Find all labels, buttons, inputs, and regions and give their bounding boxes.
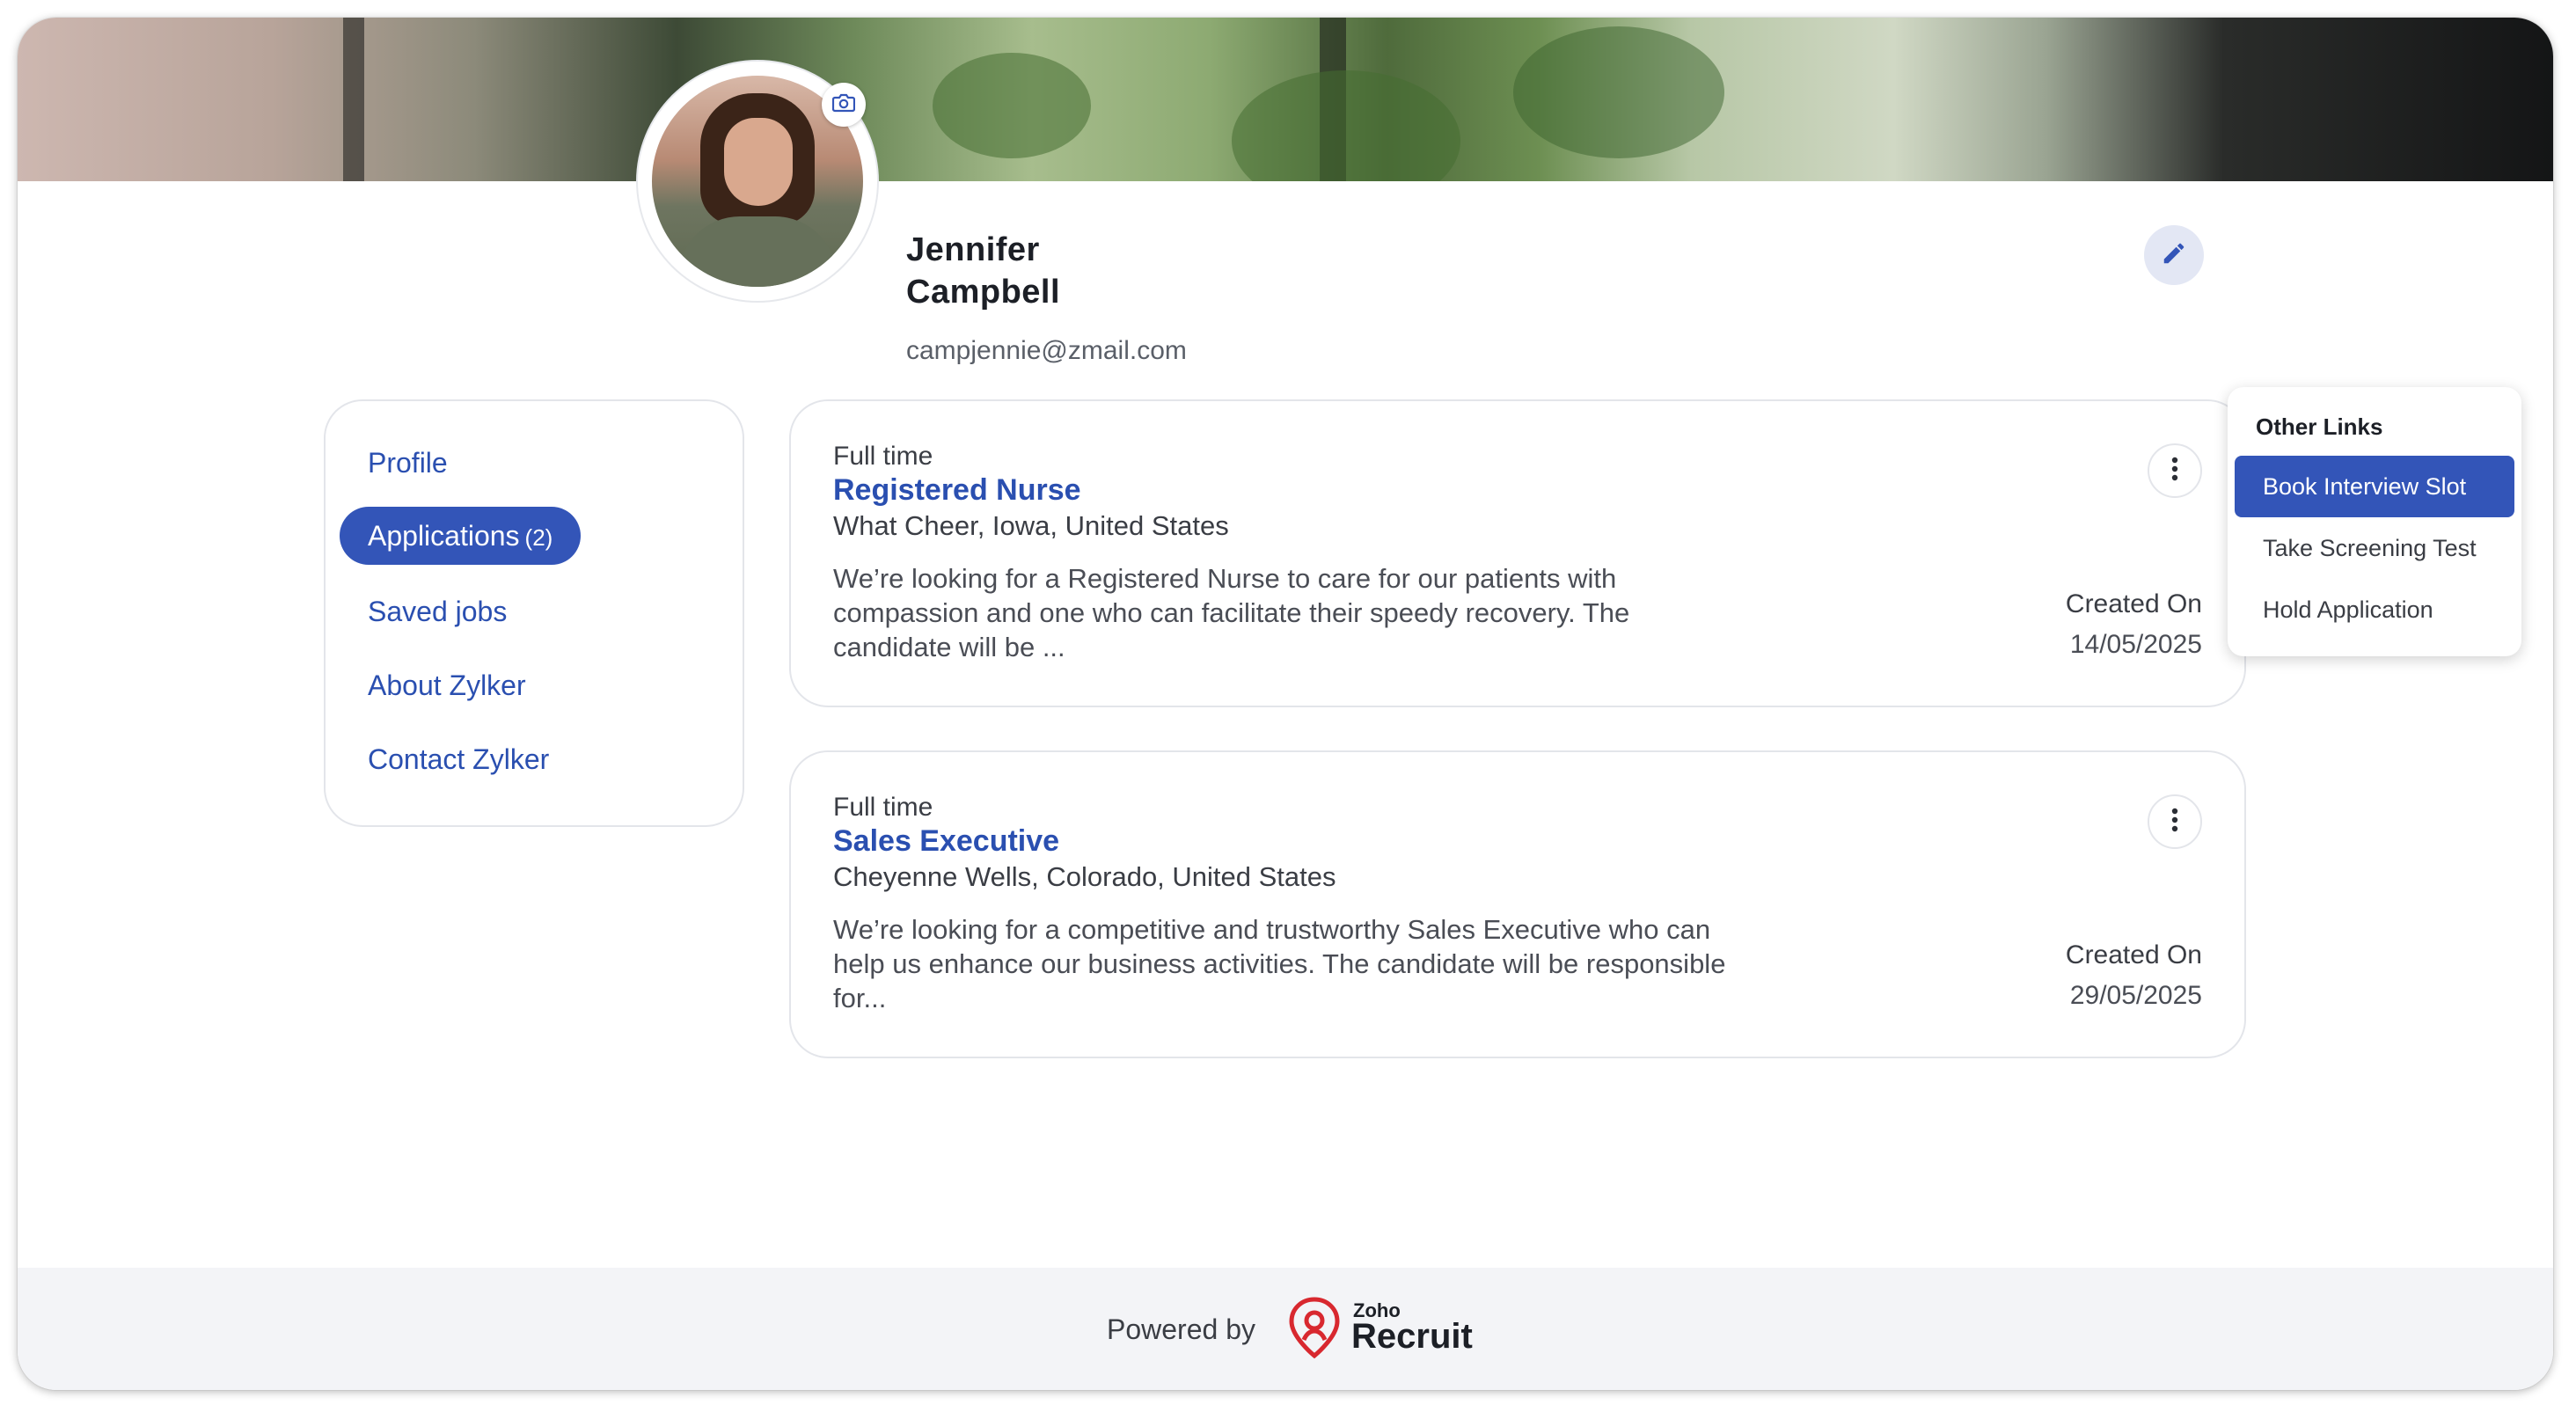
created-on-label: Created On [2065, 589, 2202, 618]
profile-name: Jennifer Campbell [906, 229, 1170, 313]
sidebar-item-label: About Zylker [368, 669, 526, 701]
job-description: We’re looking for a competitive and trus… [833, 914, 1726, 1013]
first-name: Jennifer [906, 231, 1040, 268]
change-photo-button[interactable] [822, 83, 866, 127]
sidebar-nav: Profile Applications (2) Saved jobs About… [324, 399, 744, 827]
sidebar-item-profile[interactable]: Profile [340, 434, 476, 492]
sidebar-item-label: Profile [368, 447, 448, 479]
job-location: What Cheer, Iowa, United States [833, 510, 1229, 541]
cover-banner [18, 18, 2553, 181]
logo-recruit-text: Recruit [1351, 1317, 1473, 1356]
powered-by-text: Powered by [1107, 1313, 1255, 1345]
menu-item-book-interview-slot[interactable]: Book Interview Slot [2235, 456, 2514, 517]
job-description: We’re looking for a Registered Nurse to … [833, 563, 1630, 662]
menu-item-hold-application[interactable]: Hold Application [2235, 579, 2514, 640]
last-name: Campbell [906, 274, 1061, 311]
created-on-label: Created On [2065, 940, 2202, 969]
menu-header: Other Links [2256, 413, 2383, 440]
applications-count: (2) [524, 524, 553, 551]
footer: Powered by Zoho Recruit [18, 1268, 2553, 1390]
created-on-date: 29/05/2025 [2069, 981, 2202, 1010]
job-type: Full time [833, 793, 933, 822]
application-card[interactable]: Full time Registered Nurse What Cheer, I… [789, 399, 2246, 707]
more-options-button[interactable] [2148, 794, 2202, 849]
sidebar-item-saved-jobs[interactable]: Saved jobs [340, 582, 535, 640]
vertical-ellipsis-icon [2171, 457, 2178, 486]
sidebar-item-contact[interactable]: Contact Zylker [340, 730, 577, 788]
sidebar-item-label: Applications [368, 520, 520, 552]
application-card[interactable]: Full time Sales Executive Cheyenne Wells… [789, 750, 2246, 1058]
profile-email: campjennie@zmail.com [906, 336, 1187, 365]
sidebar-item-about[interactable]: About Zylker [340, 656, 554, 714]
other-links-menu: Other Links Book Interview Slot Take Scr… [2228, 387, 2521, 656]
portal-window: Jennifer Campbell campjennie@zmail.com P… [18, 18, 2553, 1390]
menu-item-take-screening-test[interactable]: Take Screening Test [2235, 517, 2514, 579]
sidebar-item-label: Saved jobs [368, 596, 508, 627]
job-title-link[interactable]: Sales Executive [833, 824, 1059, 859]
job-title-link[interactable]: Registered Nurse [833, 473, 1081, 508]
sidebar-item-label: Contact Zylker [368, 743, 550, 775]
created-on-date: 14/05/2025 [2069, 630, 2202, 659]
pencil-icon [2161, 240, 2187, 271]
recruit-pin-icon [1289, 1297, 1340, 1359]
more-options-button[interactable] [2148, 443, 2202, 498]
job-location: Cheyenne Wells, Colorado, United States [833, 861, 1336, 892]
vertical-ellipsis-icon [2171, 808, 2178, 837]
job-type: Full time [833, 442, 933, 471]
camera-icon [831, 93, 856, 117]
edit-profile-button[interactable] [2144, 225, 2204, 285]
sidebar-item-applications[interactable]: Applications (2) [340, 507, 582, 565]
zoho-recruit-logo[interactable]: Zoho Recruit [1286, 1294, 1473, 1364]
